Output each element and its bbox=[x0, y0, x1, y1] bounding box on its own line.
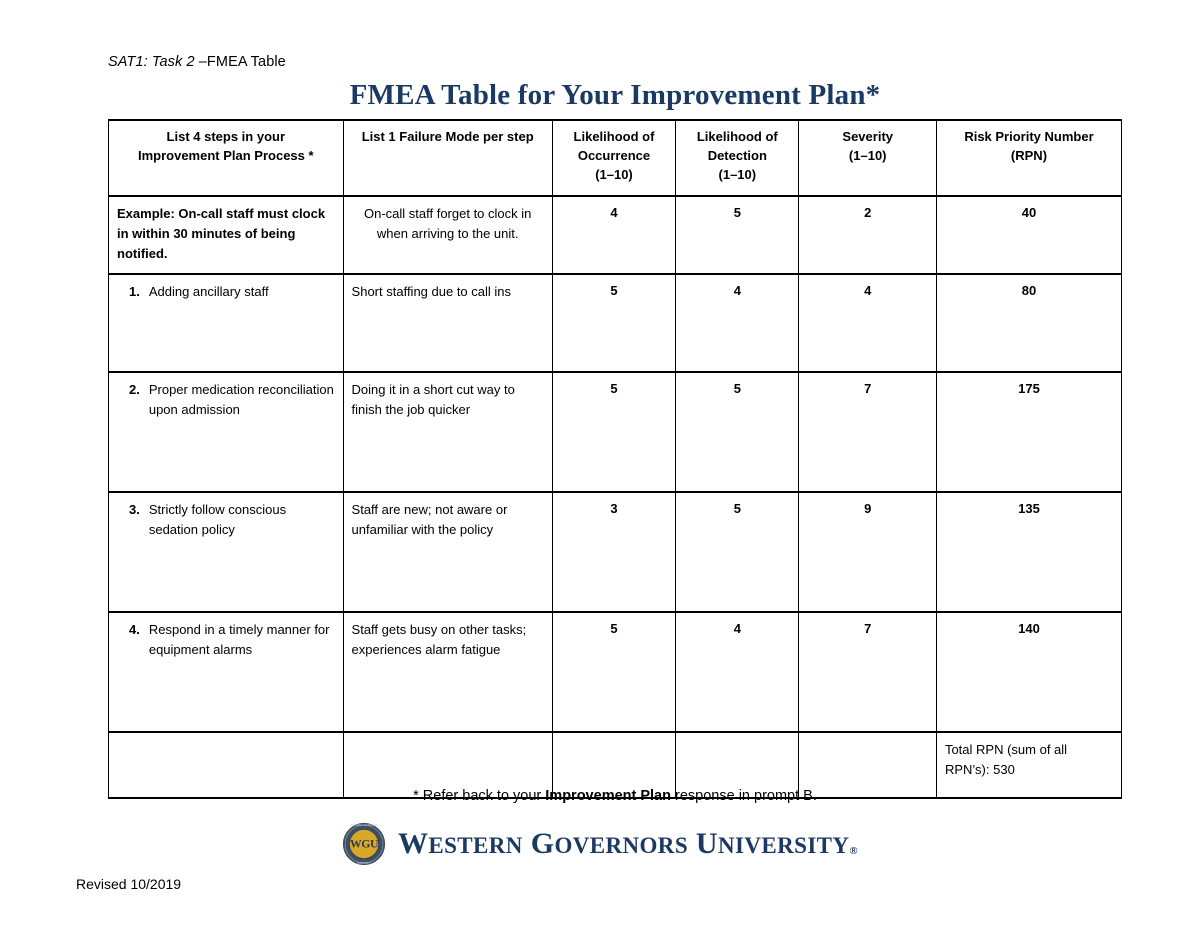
column-header-rpn-line2: (RPN) bbox=[1010, 147, 1048, 163]
running-head-italic: SAT1: Task 2 bbox=[108, 54, 199, 70]
footnote-bold: Improvement Plan bbox=[545, 788, 671, 804]
step-number: 1. bbox=[129, 284, 140, 299]
footnote-suffix: response in prompt B. bbox=[670, 788, 817, 804]
wordmark-governors: GOVERNORS bbox=[530, 827, 689, 860]
rpn-cell: 80 bbox=[935, 273, 1123, 373]
detection-cell: 5 bbox=[675, 371, 800, 493]
table-row: 3. Strictly follow conscious sedation po… bbox=[108, 491, 1123, 613]
running-head-rest: –FMEA Table bbox=[198, 54, 286, 70]
detection-cell: 4 bbox=[675, 273, 800, 373]
rpn-cell: 135 bbox=[935, 491, 1123, 613]
svg-text:UNIVERSITY: UNIVERSITY bbox=[357, 862, 372, 865]
step-text: Adding ancillary staff bbox=[148, 284, 269, 299]
severity-cell: 4 bbox=[798, 273, 937, 373]
step-cell: 1. Adding ancillary staff bbox=[108, 273, 344, 373]
column-header-detection-line2: Detection bbox=[707, 147, 767, 163]
example-failure-cell: On-call staff forget to clock in when ar… bbox=[342, 195, 553, 275]
column-header-steps: List 4 steps in your Improvement Plan Pr… bbox=[108, 119, 344, 197]
example-severity-cell: 2 bbox=[798, 195, 937, 275]
column-header-rpn-line1: Risk Priority Number bbox=[964, 129, 1094, 144]
column-header-occurrence-line3: (1–10) bbox=[595, 166, 633, 182]
fmea-table: List 4 steps in your Improvement Plan Pr… bbox=[108, 119, 1123, 799]
table-header-row: List 4 steps in your Improvement Plan Pr… bbox=[108, 119, 1123, 197]
column-header-occurrence-line2: Occurrence bbox=[577, 147, 651, 163]
column-header-rpn: Risk Priority Number (RPN) bbox=[935, 119, 1123, 197]
occurrence-cell: 5 bbox=[551, 371, 677, 493]
total-rpn-label-line1: Total RPN (sum of all bbox=[944, 742, 1068, 757]
table-row-example: Example: On-call staff must clock in wit… bbox=[108, 195, 1123, 275]
rpn-cell: 140 bbox=[935, 611, 1123, 733]
example-label: Example: bbox=[117, 206, 175, 221]
wordmark-western: WESTERN bbox=[397, 827, 523, 860]
column-header-steps-line2: Improvement Plan Process * bbox=[137, 147, 314, 163]
column-header-steps-line1: List 4 steps in your bbox=[166, 129, 286, 144]
step-text: Proper medication reconciliation upon ad… bbox=[148, 382, 334, 417]
wgu-logo: WGU WESTERN GOVERNORS UNIVERSITY WESTERN… bbox=[0, 822, 1200, 866]
svg-text:WGU: WGU bbox=[350, 837, 379, 851]
svg-text:WESTERN GOVERNORS: WESTERN GOVERNORS bbox=[350, 824, 378, 827]
step-cell: 2. Proper medication reconciliation upon… bbox=[108, 371, 344, 493]
column-header-detection: Likelihood of Detection (1–10) bbox=[675, 119, 800, 197]
column-header-detection-line3: (1–10) bbox=[718, 166, 757, 182]
footnote-prefix: * Refer back to your bbox=[413, 788, 546, 804]
failure-mode-cell: Doing it in a short cut way to finish th… bbox=[342, 371, 553, 493]
step-number: 3. bbox=[129, 502, 140, 517]
detection-cell: 4 bbox=[675, 611, 800, 733]
document-page: SAT1: Task 2 –FMEA Table FMEA Table for … bbox=[0, 0, 1200, 927]
rpn-cell: 175 bbox=[935, 371, 1123, 493]
step-text: Strictly follow conscious sedation polic… bbox=[148, 502, 287, 537]
occurrence-cell: 3 bbox=[551, 491, 677, 613]
total-rpn-label-line2: RPN’s): 530 bbox=[944, 762, 1015, 778]
occurrence-cell: 5 bbox=[551, 611, 677, 733]
failure-mode-cell: Staff gets busy on other tasks; experien… bbox=[342, 611, 553, 733]
running-head: SAT1: Task 2 –FMEA Table bbox=[108, 54, 286, 70]
column-header-severity-line2: (1–10) bbox=[848, 147, 887, 163]
step-number: 4. bbox=[129, 622, 140, 637]
column-header-occurrence: Likelihood of Occurrence (1–10) bbox=[551, 119, 677, 197]
footnote: * Refer back to your Improvement Plan re… bbox=[108, 788, 1122, 804]
table-row: 4. Respond in a timely manner for equipm… bbox=[108, 611, 1123, 733]
example-step-cell: Example: On-call staff must clock in wit… bbox=[108, 195, 344, 275]
step-cell: 4. Respond in a timely manner for equipm… bbox=[108, 611, 344, 733]
wordmark-university: UNIVERSITY bbox=[695, 827, 850, 860]
occurrence-cell: 5 bbox=[551, 273, 677, 373]
wgu-wordmark: WESTERN GOVERNORS UNIVERSITY® bbox=[398, 829, 858, 859]
registered-mark: ® bbox=[849, 845, 859, 857]
table-row: 2. Proper medication reconciliation upon… bbox=[108, 371, 1123, 493]
failure-mode-cell: Short staffing due to call ins bbox=[342, 273, 553, 373]
column-header-severity: Severity (1–10) bbox=[798, 119, 937, 197]
page-title: FMEA Table for Your Improvement Plan* bbox=[349, 79, 881, 111]
column-header-occurrence-line1: Likelihood of bbox=[573, 129, 655, 144]
failure-mode-cell: Staff are new; not aware or unfamiliar w… bbox=[342, 491, 553, 613]
wgu-seal-icon: WGU WESTERN GOVERNORS UNIVERSITY bbox=[342, 822, 386, 865]
example-rpn-cell: 40 bbox=[935, 195, 1123, 275]
step-number: 2. bbox=[129, 382, 140, 397]
example-occurrence-cell: 4 bbox=[551, 195, 677, 275]
column-header-severity-line1: Severity bbox=[842, 129, 893, 144]
step-cell: 3. Strictly follow conscious sedation po… bbox=[108, 491, 344, 613]
severity-cell: 9 bbox=[798, 491, 937, 613]
example-detection-cell: 5 bbox=[675, 195, 800, 275]
column-header-failure-mode: List 1 Failure Mode per step bbox=[342, 119, 553, 197]
column-header-detection-line1: Likelihood of bbox=[696, 129, 778, 144]
severity-cell: 7 bbox=[798, 611, 937, 733]
step-text: Respond in a timely manner for equipment… bbox=[148, 622, 330, 657]
revised-date: Revised 10/2019 bbox=[76, 876, 182, 892]
detection-cell: 5 bbox=[675, 491, 800, 613]
severity-cell: 7 bbox=[798, 371, 937, 493]
table-row: 1. Adding ancillary staff Short staffing… bbox=[108, 273, 1123, 373]
